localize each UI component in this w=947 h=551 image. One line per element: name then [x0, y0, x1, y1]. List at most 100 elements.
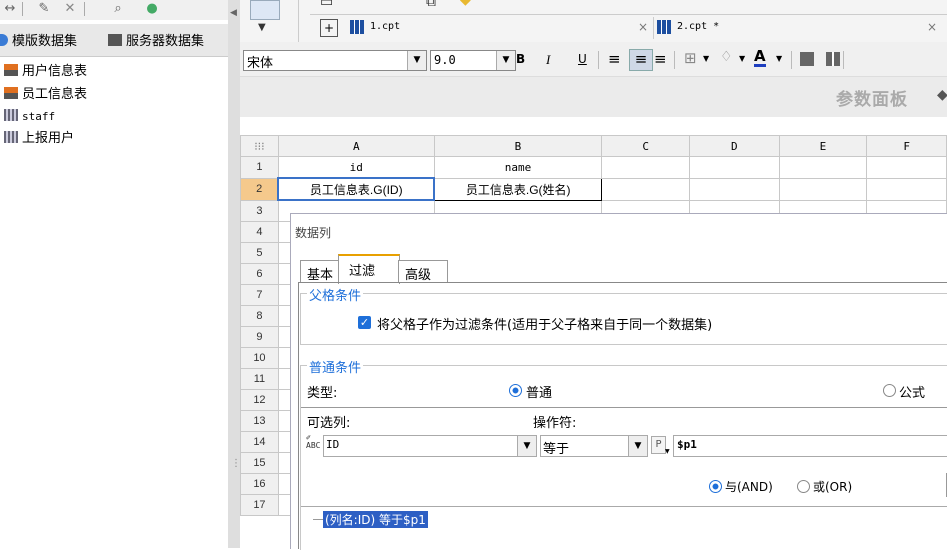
- row-header[interactable]: 1: [240, 156, 279, 179]
- cell[interactable]: [688, 156, 780, 179]
- tab-basic[interactable]: 基本: [300, 260, 340, 283]
- logic-or-radio[interactable]: [797, 480, 810, 493]
- row-header[interactable]: 7: [240, 284, 279, 306]
- operator-select-value: 等于: [543, 442, 570, 457]
- collapse-left-icon[interactable]: ◀: [230, 8, 237, 18]
- row-header[interactable]: 8: [240, 305, 279, 327]
- cell-b2[interactable]: 员工信息表.G(姓名): [433, 177, 603, 201]
- align-right-icon[interactable]: ≡: [654, 50, 667, 68]
- tab-1-cpt[interactable]: 1.cpt: [350, 17, 550, 39]
- row-header[interactable]: 16: [240, 473, 279, 495]
- type-formula-radio[interactable]: [883, 384, 896, 397]
- paste-icon[interactable]: ⧉: [426, 0, 436, 10]
- parameter-type-button[interactable]: P: [651, 436, 666, 454]
- row-header[interactable]: 4: [240, 221, 279, 243]
- row-header[interactable]: 9: [240, 326, 279, 348]
- row-header[interactable]: 11: [240, 368, 279, 390]
- merge-cells-icon[interactable]: [800, 52, 814, 66]
- chevron-down-icon[interactable]: ▼: [665, 448, 670, 455]
- column-select[interactable]: ID ▼: [323, 435, 537, 457]
- condition-tree[interactable]: (列名:ID) 等于$p1: [301, 506, 947, 551]
- chevron-down-icon[interactable]: ▼: [739, 54, 745, 63]
- collapse-panel-icon[interactable]: ◆: [937, 87, 947, 103]
- type-normal-radio[interactable]: [509, 384, 522, 397]
- cell[interactable]: [688, 177, 780, 201]
- row-header[interactable]: 17: [240, 494, 279, 516]
- cell[interactable]: [601, 156, 690, 179]
- underline-button[interactable]: U: [578, 52, 587, 66]
- align-center-icon[interactable]: ≡: [629, 49, 653, 71]
- font-color-button[interactable]: A: [754, 48, 766, 67]
- cell[interactable]: [601, 177, 690, 201]
- chevron-down-icon[interactable]: ▼: [776, 54, 782, 63]
- row-header[interactable]: 6: [240, 263, 279, 285]
- align-left-icon[interactable]: ≡: [608, 50, 621, 68]
- add-sheet-icon[interactable]: +: [320, 19, 338, 37]
- row-header[interactable]: 5: [240, 242, 279, 264]
- dataset-item-staff[interactable]: staff: [4, 108, 55, 126]
- fill-color-icon[interactable]: ♢: [720, 49, 733, 65]
- condition-tree-item[interactable]: (列名:ID) 等于$p1: [323, 511, 428, 528]
- split-cells-icon[interactable]: [826, 52, 840, 66]
- border-icon[interactable]: ⊞: [684, 49, 697, 67]
- format-painter-icon[interactable]: ◆: [460, 0, 471, 8]
- cell[interactable]: [778, 177, 868, 201]
- row-header[interactable]: 2: [240, 177, 279, 201]
- select-all-corner[interactable]: ⁝⁝⁝: [240, 135, 279, 157]
- panel-splitter[interactable]: ◀ ⋮: [228, 0, 241, 548]
- column-header-e[interactable]: E: [778, 135, 868, 157]
- chevron-down-icon[interactable]: ▼: [628, 436, 647, 456]
- dataset-item-user-info[interactable]: 用户信息表: [4, 63, 87, 81]
- dataset-item-employee-info[interactable]: 员工信息表: [4, 86, 87, 104]
- tab-server-datasets[interactable]: 服务器数据集: [108, 32, 204, 52]
- connect-icon[interactable]: ●: [144, 1, 160, 17]
- column-header-b[interactable]: B: [433, 135, 603, 157]
- bold-button[interactable]: B: [516, 52, 525, 66]
- tab-template-datasets[interactable]: 模版数据集: [0, 32, 77, 52]
- undo-icon[interactable]: ▭: [320, 0, 333, 10]
- divider: [301, 407, 947, 408]
- delete-icon[interactable]: ✕: [62, 1, 78, 17]
- arrow-icon[interactable]: ↔: [2, 1, 18, 17]
- column-header-a[interactable]: A: [277, 135, 435, 157]
- chevron-down-icon[interactable]: ▼: [517, 436, 536, 456]
- close-tab-2-icon[interactable]: ×: [927, 20, 937, 34]
- row-header[interactable]: 3: [240, 199, 279, 222]
- row-header[interactable]: 12: [240, 389, 279, 411]
- row-header[interactable]: 14: [240, 431, 279, 453]
- font-name-select[interactable]: 宋体 ▼: [243, 50, 427, 71]
- new-report-icon[interactable]: [250, 0, 280, 20]
- operator-select[interactable]: 等于 ▼: [540, 435, 648, 457]
- column-header-d[interactable]: D: [688, 135, 780, 157]
- chevron-down-icon[interactable]: ▼: [258, 22, 266, 33]
- tab-advanced[interactable]: 高级: [398, 260, 448, 283]
- row-header[interactable]: 15: [240, 452, 279, 474]
- tab-2-cpt[interactable]: 2.cpt *: [657, 17, 937, 39]
- tab-filter[interactable]: 过滤: [338, 254, 400, 284]
- font-size-value: 9.0: [434, 53, 456, 67]
- column-header-c[interactable]: C: [601, 135, 690, 157]
- preview-icon[interactable]: ⌕: [110, 1, 126, 17]
- dataset-item-report-user[interactable]: 上报用户: [4, 130, 74, 148]
- row-header[interactable]: 13: [240, 410, 279, 432]
- logic-and-radio[interactable]: [709, 480, 722, 493]
- chevron-down-icon[interactable]: ▼: [496, 51, 515, 70]
- chevron-down-icon[interactable]: ▼: [703, 54, 709, 63]
- italic-button[interactable]: I: [546, 52, 550, 68]
- chevron-down-icon[interactable]: ▼: [407, 51, 426, 70]
- font-size-select[interactable]: 9.0 ▼: [430, 50, 516, 71]
- cell[interactable]: [866, 156, 947, 179]
- column-header-f[interactable]: F: [866, 135, 947, 157]
- use-parent-checkbox[interactable]: ✓: [358, 316, 371, 329]
- value-input[interactable]: $p1: [673, 435, 947, 457]
- edit-icon[interactable]: ✎: [36, 1, 52, 17]
- toolbar-separator: [843, 51, 844, 69]
- cell-a1[interactable]: id: [277, 156, 435, 179]
- row-header[interactable]: 10: [240, 347, 279, 369]
- cell-b1[interactable]: name: [433, 156, 603, 179]
- close-tab-1-icon[interactable]: ×: [638, 20, 648, 34]
- cell[interactable]: [778, 156, 868, 179]
- cell-a2[interactable]: 员工信息表.G(ID): [277, 177, 436, 201]
- cell[interactable]: [866, 177, 947, 201]
- server-database-icon: [108, 34, 122, 46]
